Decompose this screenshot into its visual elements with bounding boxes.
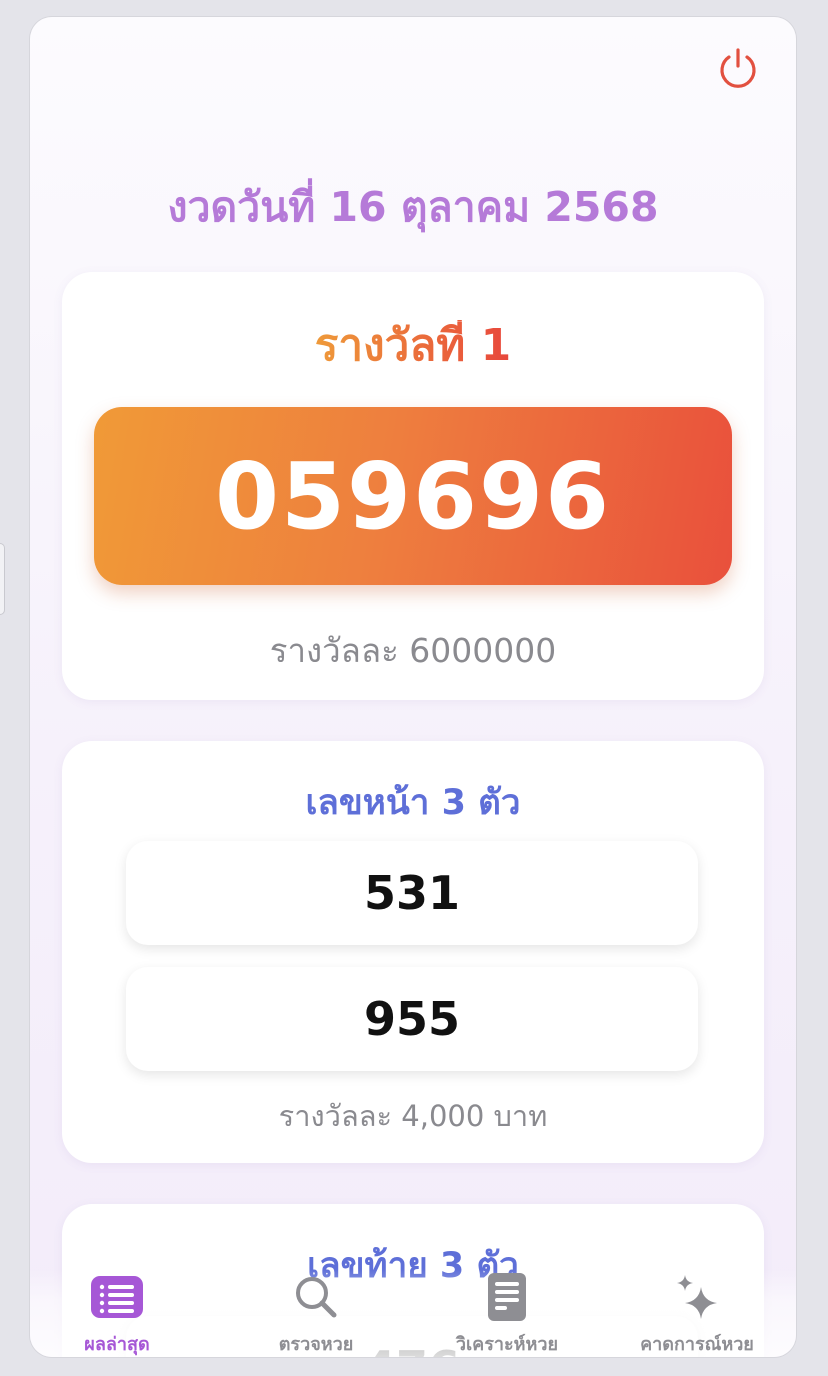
tab-label-check: ตรวจหวย — [278, 1334, 354, 1355]
sparkles-icon — [677, 1275, 717, 1319]
tab-check-lottery[interactable]: ตรวจหวย — [226, 1269, 406, 1357]
first-prize-card: รางวัลที่ 1 059696 รางวัลละ 6000000 — [62, 272, 764, 700]
tab-predict-lottery[interactable]: คาดการณ์หวย — [607, 1269, 787, 1357]
first-prize-number-box: 059696 — [94, 407, 732, 585]
first-prize-title-text: รางวัลที่ 1 — [314, 320, 512, 371]
tab-analyze-lottery[interactable]: วิเคราะห์หวย — [417, 1269, 597, 1357]
edge-handle[interactable] — [0, 543, 5, 615]
tab-label-predict: คาดการณ์หวย — [640, 1334, 754, 1355]
front-three-reward: รางวัลละ 4,000 บาท — [278, 1099, 548, 1133]
front-three-number-1: 531 — [126, 841, 698, 945]
first-prize-reward: รางวัลละ 6000000 — [269, 631, 557, 670]
front-three-number-2: 955 — [126, 967, 698, 1071]
front-three-card: เลขหน้า 3 ตัว 531 955 รางวัลละ 4,000 บาท — [62, 741, 764, 1163]
app-screen: งวดวันที่ 16 ตุลาคม 2568 รางวัลที่ 1 059… — [30, 17, 796, 1357]
tab-latest-results[interactable]: ผลล่าสุด — [30, 1269, 207, 1357]
document-icon — [488, 1273, 526, 1321]
front-three-title: เลขหน้า 3 ตัว — [305, 783, 521, 823]
tab-label-latest: ผลล่าสุด — [84, 1334, 150, 1355]
tab-label-analyze: วิเคราะห์หวย — [455, 1334, 559, 1355]
first-prize-title: รางวัลที่ 1 — [62, 310, 764, 380]
list-icon — [91, 1276, 143, 1318]
power-icon[interactable] — [714, 44, 762, 92]
search-icon — [296, 1277, 337, 1318]
first-prize-number: 059696 — [214, 442, 612, 550]
tab-bar: ผลล่าสุด ตรวจหวย วิเคราะห์หวย คาดการณ์หว… — [30, 1269, 796, 1357]
draw-date-title: งวดวันที่ 16 ตุลาคม 2568 — [167, 183, 659, 231]
